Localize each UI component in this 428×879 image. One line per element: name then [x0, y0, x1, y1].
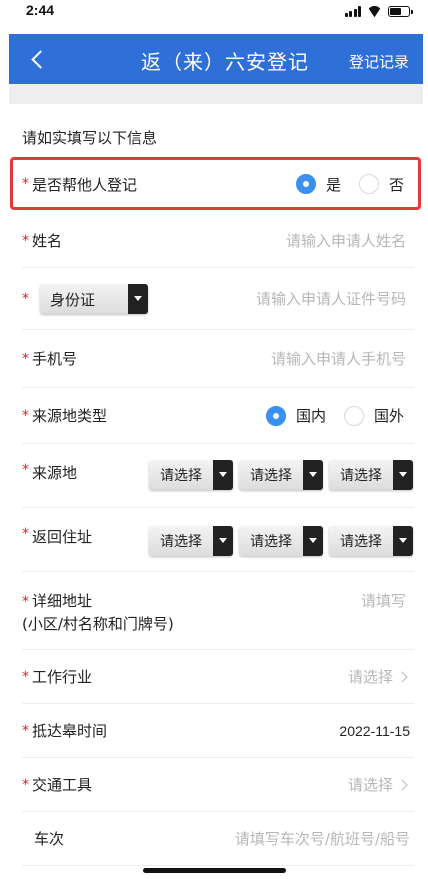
name-label: 姓名 [32, 232, 63, 250]
status-time: 2:44 [26, 2, 55, 18]
dropdown-arrow-icon [213, 460, 233, 490]
detail-address-sublabel: (小区/村名称和门牌号) [22, 615, 174, 633]
dropdown-arrow-icon [213, 526, 233, 556]
select-text: 请选择 [149, 526, 213, 556]
home-indicator[interactable] [143, 868, 286, 873]
transport-label: 交通工具 [32, 776, 93, 794]
origin-abroad-label: 国外 [373, 407, 404, 425]
highlight-annotation-box [10, 157, 421, 210]
origin-domestic-label: 国内 [295, 407, 326, 425]
signal-icon [344, 6, 361, 17]
back-icon[interactable] [27, 44, 51, 74]
origin-province-select[interactable]: 请选择 [149, 460, 233, 490]
name-input[interactable]: 请输入申请人姓名 [286, 230, 406, 251]
form-hint: 请如实填写以下信息 [22, 129, 158, 147]
return-province-select[interactable]: 请选择 [149, 526, 233, 556]
required-mark: * [22, 407, 29, 424]
required-mark: * [22, 350, 29, 367]
origin-abroad-radio[interactable]: 国外 [343, 405, 404, 426]
select-text: 请选择 [239, 460, 303, 490]
header-divider-band [9, 84, 423, 104]
detail-address-input[interactable]: 请填写 [361, 590, 406, 611]
origin-row: * 来源地 请选择 请选择 请选择 [22, 444, 414, 508]
return-address-row: * 返回住址 请选择 请选择 请选择 [22, 508, 414, 572]
origin-type-label: 来源地类型 [32, 407, 108, 425]
transport-select[interactable]: 请选择 [347, 774, 408, 795]
required-mark: * [22, 462, 29, 478]
nav-bar: 返（来）六安登记 登记记录 [9, 34, 423, 84]
chevron-right-icon [396, 779, 408, 791]
required-mark: * [22, 526, 29, 542]
return-district-select[interactable]: 请选择 [329, 526, 413, 556]
radio-unchecked-icon [343, 405, 364, 426]
name-row[interactable]: * 姓名 请输入申请人姓名 [22, 214, 414, 268]
phone-row[interactable]: * 手机号 请输入申请人手机号 [22, 330, 414, 388]
arrival-time-row[interactable]: * 抵达皋时间 2022-11-15 [22, 704, 414, 758]
radio-checked-icon [265, 405, 286, 426]
registration-record-link[interactable]: 登记记录 [349, 51, 409, 72]
select-text: 请选择 [239, 526, 303, 556]
chevron-right-icon [396, 671, 408, 683]
battery-icon [388, 6, 413, 17]
arrival-time-label: 抵达皋时间 [32, 722, 108, 740]
origin-label: 来源地 [32, 464, 78, 482]
select-text: 请选择 [149, 460, 213, 490]
required-mark: * [22, 668, 29, 685]
required-mark: * [22, 232, 29, 249]
detail-address-label: 详细地址 [32, 592, 93, 610]
industry-label: 工作行业 [32, 668, 93, 686]
trip-number-label: 车次 [34, 830, 65, 848]
required-mark: * [22, 722, 29, 739]
dropdown-arrow-icon [128, 284, 148, 314]
dropdown-arrow-icon [393, 460, 413, 490]
status-bar: 2:44 [0, 0, 428, 34]
origin-type-row: * 来源地类型 国内 国外 [22, 388, 414, 444]
origin-selects: 请选择 请选择 请选择 [149, 460, 413, 490]
origin-type-radio-group: 国内 国外 [248, 405, 404, 426]
id-row: * 身份证 请输入申请人证件号码 [22, 268, 414, 330]
origin-domestic-radio[interactable]: 国内 [265, 405, 326, 426]
page-title: 返（来）六安登记 [141, 50, 309, 74]
id-type-select[interactable]: 身份证 [40, 284, 148, 314]
required-mark: * [22, 290, 29, 307]
arrival-time-value[interactable]: 2022-11-15 [339, 723, 410, 739]
dropdown-arrow-icon [393, 526, 413, 556]
trip-number-row[interactable]: 车次 请填写车次号/航班号/船号 [22, 812, 414, 866]
phone-label: 手机号 [32, 350, 78, 368]
industry-placeholder: 请选择 [347, 668, 393, 686]
required-mark: * [22, 594, 29, 610]
id-number-input[interactable]: 请输入申请人证件号码 [256, 288, 406, 309]
trip-number-input[interactable]: 请填写车次号/航班号/船号 [235, 828, 410, 849]
dropdown-arrow-icon [303, 460, 323, 490]
transport-row[interactable]: * 交通工具 请选择 [22, 758, 414, 812]
industry-row[interactable]: * 工作行业 请选择 [22, 650, 414, 704]
select-text: 请选择 [329, 526, 393, 556]
transport-placeholder: 请选择 [347, 776, 393, 794]
status-icons [344, 6, 413, 17]
select-text: 请选择 [329, 460, 393, 490]
industry-select[interactable]: 请选择 [347, 666, 408, 687]
id-type-value: 身份证 [40, 284, 128, 314]
required-mark: * [22, 776, 29, 793]
return-address-label: 返回住址 [32, 528, 93, 546]
phone-input[interactable]: 请输入申请人手机号 [271, 348, 406, 369]
wifi-icon [367, 6, 382, 17]
detail-address-row: * 详细地址 (小区/村名称和门牌号) 请填写 [22, 572, 414, 650]
return-address-selects: 请选择 请选择 请选择 [149, 526, 413, 556]
origin-district-select[interactable]: 请选择 [329, 460, 413, 490]
dropdown-arrow-icon [303, 526, 323, 556]
return-city-select[interactable]: 请选择 [239, 526, 323, 556]
origin-city-select[interactable]: 请选择 [239, 460, 323, 490]
